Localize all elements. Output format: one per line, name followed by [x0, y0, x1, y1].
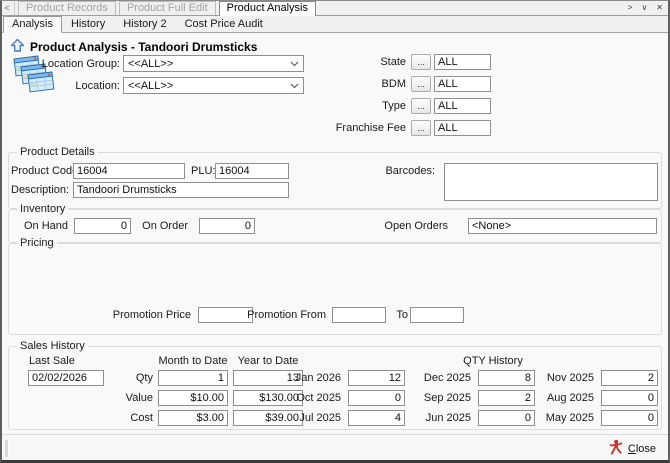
month-label: Jul 2025 [299, 412, 341, 424]
sales-history-group: Sales History Last Sale Month to Date Ye… [8, 340, 662, 430]
state-label: State [380, 56, 406, 68]
month-qty-field[interactable] [348, 370, 405, 386]
tab-product-full-edit[interactable]: Product Full Edit [118, 1, 216, 15]
month-label: May 2025 [545, 412, 594, 424]
on-order-label: On Order [142, 220, 188, 232]
last-sale-label: Last Sale [29, 355, 75, 367]
qty-row-label: Qty [135, 372, 153, 384]
tab-list-chevron-icon[interactable]: ∨ [641, 3, 647, 12]
promotion-from-field[interactable] [332, 307, 386, 323]
qty-mtd-field[interactable] [158, 370, 228, 386]
type-label: Type [382, 100, 406, 112]
open-orders-label: Open Orders [384, 220, 448, 232]
month-qty-field[interactable] [601, 390, 658, 406]
promotion-from-label: Promotion From [247, 309, 326, 321]
sales-history-legend: Sales History [17, 340, 88, 353]
footer-bar: Close [0, 434, 670, 463]
barcodes-label: Barcodes: [385, 165, 435, 177]
franchise-fee-field[interactable] [434, 120, 491, 136]
on-hand-field[interactable] [74, 218, 131, 234]
description-field[interactable] [73, 182, 289, 198]
tab-analysis[interactable]: Analysis [3, 16, 62, 33]
month-label: Nov 2025 [546, 372, 594, 384]
toolbar-gripper [5, 440, 9, 457]
plu-label: PLU: [191, 165, 216, 177]
tab-history[interactable]: History [62, 16, 114, 32]
state-browse-button[interactable]: ... [411, 54, 431, 70]
month-label: Jun 2025 [425, 412, 471, 424]
bdm-field[interactable] [434, 76, 491, 92]
pricing-group: Pricing Promotion Price Promotion From T… [8, 237, 662, 335]
close-tab-icon[interactable]: ✕ [656, 3, 663, 12]
product-code-label: Product Code: [11, 165, 82, 177]
open-orders-field[interactable] [468, 218, 657, 234]
location-select[interactable]: <<ALL>> [123, 77, 304, 94]
state-field[interactable] [434, 54, 491, 70]
month-qty-field[interactable] [478, 410, 535, 426]
analysis-page: Product Analysis - Tandoori Drumsticks L… [0, 32, 670, 435]
analysis-tab-strip: Analysis History History 2 Cost Price Au… [0, 15, 670, 33]
cost-row-label: Cost [130, 412, 153, 424]
description-label: Description: [11, 184, 70, 196]
tab-product-records[interactable]: Product Records [18, 1, 116, 15]
close-figure-icon [609, 439, 623, 458]
promotion-to-field[interactable] [410, 307, 464, 323]
franchise-fee-label: Franchise Fee [335, 122, 406, 134]
month-label: Dec 2025 [423, 372, 471, 384]
pricing-legend: Pricing [17, 237, 57, 250]
product-analysis-window: < Product Records Product Full Edit Prod… [0, 0, 670, 463]
close-button-label: Close [627, 442, 656, 455]
tab-product-analysis[interactable]: Product Analysis [218, 1, 316, 16]
month-label: Aug 2025 [546, 392, 594, 404]
cost-mtd-field[interactable] [158, 410, 228, 426]
tab-bar-controls: > ∨ ✕ [628, 0, 670, 15]
franchise-fee-browse-button[interactable]: ... [411, 120, 431, 136]
location-label: Location: [75, 80, 120, 92]
month-qty-field[interactable] [348, 410, 405, 426]
month-label: Jan 2026 [295, 372, 341, 384]
product-code-field[interactable] [73, 163, 185, 179]
document-tab-bar: < Product Records Product Full Edit Prod… [0, 0, 670, 16]
inventory-group: Inventory On Hand On Order Open Orders [8, 203, 662, 243]
month-label: Oct 2025 [296, 392, 341, 404]
month-qty-field[interactable] [348, 390, 405, 406]
on-hand-label: On Hand [23, 220, 68, 232]
tab-cost-price-audit[interactable]: Cost Price Audit [176, 16, 272, 32]
month-qty-field[interactable] [601, 370, 658, 386]
location-value: <<ALL>> [128, 79, 174, 92]
type-browse-button[interactable]: ... [411, 98, 431, 114]
tab-history-2[interactable]: History 2 [114, 16, 175, 32]
scroll-tabs-right-button[interactable]: > [628, 3, 633, 12]
year-to-date-header: Year to Date [237, 355, 299, 367]
product-details-group: Product Details Product Code: PLU: Descr… [8, 146, 662, 209]
bdm-browse-button[interactable]: ... [411, 76, 431, 92]
month-label: Sep 2025 [423, 392, 471, 404]
type-field[interactable] [434, 98, 491, 114]
location-group-select[interactable]: <<ALL>> [123, 55, 304, 72]
promotion-price-label: Promotion Price [112, 309, 191, 321]
plu-field[interactable] [215, 163, 289, 179]
scroll-tabs-left-button[interactable]: < [0, 1, 15, 15]
on-order-field[interactable] [199, 218, 255, 234]
barcodes-field[interactable] [444, 163, 658, 201]
page-title: Product Analysis - Tandoori Drumsticks [30, 40, 258, 54]
chevron-down-icon [290, 80, 299, 92]
chevron-down-icon [290, 58, 299, 70]
qty-history-header: QTY History [463, 355, 523, 367]
month-qty-field[interactable] [478, 390, 535, 406]
month-qty-field[interactable] [601, 410, 658, 426]
inventory-legend: Inventory [17, 203, 69, 216]
location-group-label: Location Group: [41, 58, 120, 70]
location-group-value: <<ALL>> [128, 57, 174, 70]
last-sale-field[interactable] [28, 370, 104, 386]
close-button[interactable]: Close [603, 438, 662, 459]
month-to-date-header: Month to Date [158, 355, 228, 367]
value-mtd-field[interactable] [158, 390, 228, 406]
bdm-label: BDM [381, 78, 406, 90]
month-qty-field[interactable] [478, 370, 535, 386]
product-details-legend: Product Details [17, 146, 98, 159]
value-row-label: Value [125, 392, 153, 404]
promotion-to-label: To [396, 309, 408, 321]
